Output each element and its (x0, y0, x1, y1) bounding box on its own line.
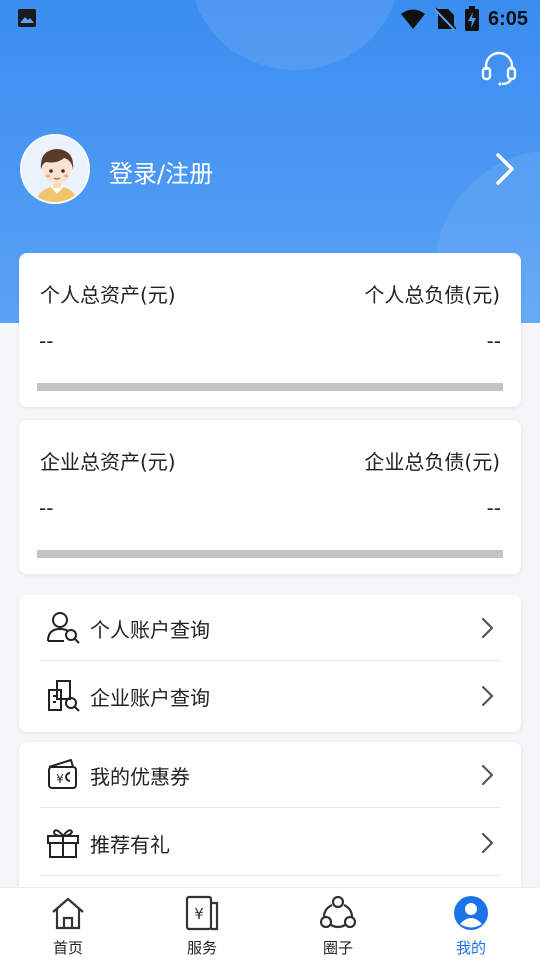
assets-ratio-bar (37, 383, 503, 391)
personal-assets-card[interactable]: 个人总资产(元) 个人总负债(元) -- -- (19, 253, 521, 407)
wifi-icon (400, 9, 425, 29)
enterprise-assets-card[interactable]: 企业总资产(元) 企业总负债(元) -- -- (19, 420, 521, 574)
avatar[interactable] (20, 134, 90, 204)
chevron-right-icon (481, 832, 494, 854)
login-register-row[interactable]: 登录/注册 (20, 134, 520, 206)
community-icon (320, 895, 356, 929)
status-bar: 6:05 (0, 0, 540, 38)
bottom-tab-bar: 首页 ¥ 服务 圈子 我的 (0, 887, 540, 960)
chevron-right-icon (496, 153, 514, 185)
chevron-right-icon (481, 685, 494, 707)
benefits-menu: ¥ 我的优惠券 推荐有礼 (19, 742, 521, 902)
status-time: 6:05 (487, 7, 528, 30)
enterprise-assets-label: 企业总资产(元) (40, 450, 176, 474)
tab-label: 首页 (52, 939, 83, 957)
assets-ratio-bar (37, 550, 503, 558)
chevron-right-icon (481, 764, 494, 786)
building-search-icon (48, 680, 80, 712)
svg-text:¥: ¥ (56, 772, 64, 786)
customer-service-headset-icon[interactable] (480, 50, 518, 86)
service-icon: ¥ (185, 895, 219, 931)
tab-label: 圈子 (322, 939, 353, 957)
tab-community[interactable]: 圈子 (288, 888, 388, 960)
referral-reward-item[interactable]: 推荐有礼 (19, 810, 521, 876)
personal-account-query-item[interactable]: 个人账户查询 (19, 595, 521, 661)
enterprise-assets-value: -- (39, 496, 54, 520)
tab-home[interactable]: 首页 (18, 888, 118, 960)
svg-text:¥: ¥ (194, 905, 204, 923)
no-sim-icon (434, 7, 456, 31)
coupon-wallet-icon: ¥ (48, 759, 77, 789)
menu-item-label: 推荐有礼 (90, 833, 170, 857)
profile-icon (454, 896, 488, 930)
personal-liabilities-value: -- (486, 329, 501, 353)
menu-item-label: 个人账户查询 (90, 618, 210, 642)
menu-item-label: 我的优惠券 (90, 765, 190, 789)
personal-liabilities-label: 个人总负债(元) (364, 283, 500, 307)
my-coupons-item[interactable]: ¥ 我的优惠券 (19, 742, 521, 808)
tab-service[interactable]: ¥ 服务 (152, 888, 252, 960)
enterprise-liabilities-value: -- (486, 496, 501, 520)
image-notification-icon (18, 9, 36, 27)
tab-label: 我的 (455, 939, 486, 957)
personal-assets-label: 个人总资产(元) (40, 283, 176, 307)
tab-label: 服务 (186, 939, 217, 957)
user-search-icon (47, 612, 80, 644)
chevron-right-icon (481, 617, 494, 639)
enterprise-account-query-item[interactable]: 企业账户查询 (19, 663, 521, 729)
home-icon (52, 897, 84, 930)
gift-icon (47, 829, 79, 858)
enterprise-liabilities-label: 企业总负债(元) (364, 450, 500, 474)
personal-assets-value: -- (39, 329, 54, 353)
account-query-menu: 个人账户查询 企业账户查询 (19, 595, 521, 732)
login-register-link[interactable]: 登录/注册 (109, 154, 213, 189)
tab-mine[interactable]: 我的 (421, 888, 521, 960)
battery-charging-icon (464, 6, 479, 31)
menu-item-label: 企业账户查询 (90, 686, 210, 710)
avatar-illustration (22, 136, 88, 202)
